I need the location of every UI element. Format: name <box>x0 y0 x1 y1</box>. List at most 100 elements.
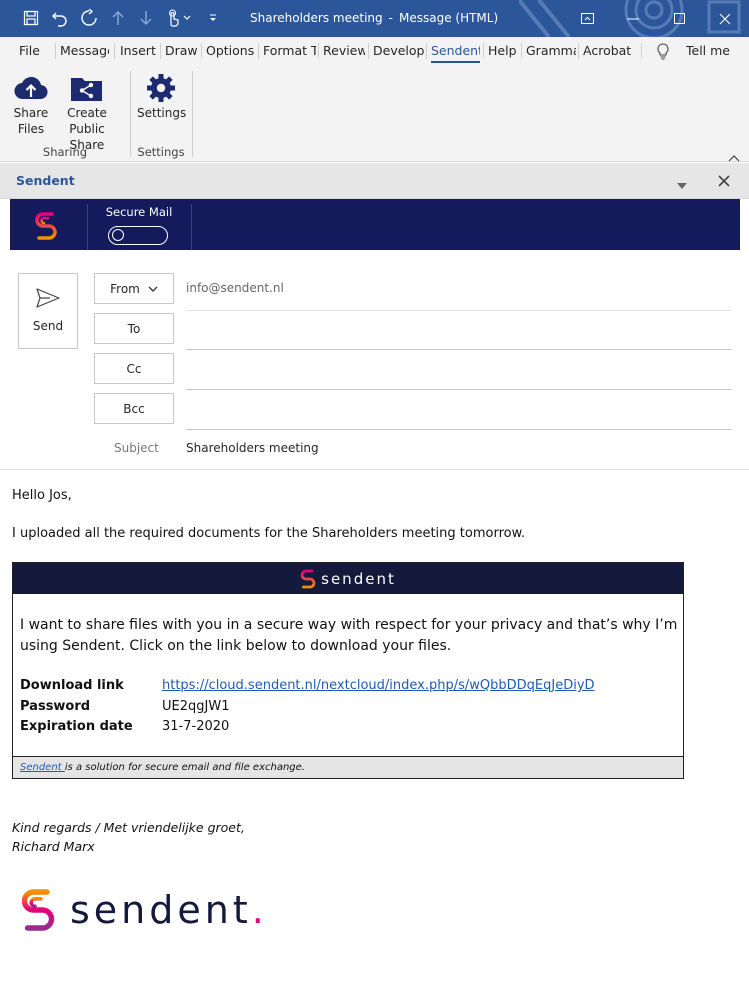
tell-me-search[interactable]: Tell me <box>686 37 736 65</box>
ribbon-display-options-icon[interactable] <box>564 0 610 37</box>
minimize-icon[interactable] <box>610 0 656 37</box>
expiration-label: Expiration date <box>20 719 133 734</box>
pane-options-icon[interactable] <box>677 178 687 189</box>
lightbulb-icon[interactable] <box>656 43 672 60</box>
tab-divider <box>201 43 202 59</box>
secure-mail-toggle[interactable] <box>108 226 168 245</box>
ribbon-group-sharing: Sharing <box>42 145 88 159</box>
sendent-logo-icon <box>300 569 316 588</box>
logo-dot: . <box>251 888 268 932</box>
ribbon-group-settings: Settings <box>137 145 185 159</box>
expiration-value: 31-7-2020 <box>162 719 230 734</box>
from-value: info@sendent.nl <box>186 281 284 295</box>
ribbon-separator <box>192 71 193 157</box>
send-button[interactable]: Send <box>18 273 78 349</box>
create-public-share-button[interactable]: Create Public Share <box>53 71 121 153</box>
tab-insert[interactable]: Insert <box>120 37 156 65</box>
sendent-pane-header: Sendent <box>0 163 749 199</box>
chevron-down-icon <box>148 286 158 292</box>
bcc-field[interactable] <box>186 429 732 430</box>
pane-close-icon[interactable] <box>718 175 730 187</box>
toolbar-divider <box>191 204 192 250</box>
window-title-text: Shareholders meeting <box>250 11 383 25</box>
share-files-button[interactable]: Share Files <box>12 71 50 137</box>
footer-text: is a solution for secure email and file … <box>64 762 305 773</box>
from-label: From <box>110 281 140 296</box>
tab-review[interactable]: Review <box>323 37 365 65</box>
collapse-ribbon-icon[interactable] <box>728 151 740 162</box>
ribbon-tabs: File Message Insert Draw Options Format … <box>0 37 749 65</box>
save-icon[interactable] <box>20 8 42 28</box>
sendent-footer-link[interactable]: Sendent <box>20 762 65 773</box>
card-header: sendent <box>13 563 683 594</box>
compose-header: Send From info@sendent.nl To Cc Bcc Subj… <box>0 258 749 470</box>
ribbon-separator <box>130 71 131 157</box>
sendent-logo-icon <box>34 210 58 242</box>
arrow-down-icon[interactable] <box>135 8 157 28</box>
tab-divider <box>521 43 522 59</box>
subject-label: Subject <box>114 441 159 455</box>
password-label: Password <box>20 699 91 714</box>
tab-draw[interactable]: Draw <box>165 37 198 65</box>
sendent-toolbar: Secure Mail <box>10 199 740 250</box>
tab-developer[interactable]: Developer <box>373 37 424 65</box>
tab-message[interactable]: Message <box>60 37 109 65</box>
from-button[interactable]: From <box>94 273 174 304</box>
cc-button[interactable]: Cc <box>94 353 174 384</box>
tab-divider <box>483 43 484 59</box>
share-files-label-2: Files <box>17 122 45 136</box>
window-title: Shareholders meeting - Message (HTML) <box>250 0 498 37</box>
send-label: Send <box>32 319 64 333</box>
card-message: I want to share files with you in a secu… <box>20 617 678 654</box>
create-public-share-label-1: Create <box>67 106 107 120</box>
tab-sendent[interactable]: Sendent <box>431 37 480 65</box>
tab-divider <box>641 43 642 59</box>
send-icon <box>19 288 77 312</box>
share-files-label-1: Share <box>13 106 49 120</box>
toggle-knob <box>112 229 124 241</box>
toolbar-divider <box>87 204 88 250</box>
sendent-share-card: sendent I want to share files with you i… <box>12 562 684 779</box>
bcc-button[interactable]: Bcc <box>94 393 174 424</box>
secure-mail-label: Secure Mail <box>105 205 173 219</box>
undo-icon[interactable] <box>49 8 71 28</box>
tab-help[interactable]: Help <box>488 37 518 65</box>
password-value: UE2qgJW1 <box>162 699 230 714</box>
arrow-up-icon[interactable] <box>107 8 129 28</box>
to-button[interactable]: To <box>94 313 174 344</box>
to-field[interactable] <box>186 349 732 350</box>
settings-label: Settings <box>137 106 187 120</box>
card-footer: Sendent is a solution for secure email a… <box>13 756 683 778</box>
greeting: Hello Jos, <box>12 488 72 503</box>
title-bar: Shareholders meeting - Message (HTML) <box>0 0 749 37</box>
maximize-icon[interactable] <box>656 0 702 37</box>
close-icon[interactable] <box>702 0 748 37</box>
tab-divider <box>318 43 319 59</box>
window-title-suffix: Message (HTML) <box>398 11 499 25</box>
gear-icon <box>137 71 185 105</box>
sendent-logo-icon <box>21 889 55 931</box>
tab-divider <box>578 43 579 59</box>
chevron-down-icon[interactable] <box>180 8 194 28</box>
signature-logo: sendent. <box>20 884 268 936</box>
logo-word-text: sendent <box>70 888 252 932</box>
customize-toolbar-icon[interactable] <box>202 8 224 28</box>
download-link[interactable]: https://cloud.sendent.nl/nextcloud/index… <box>162 678 595 693</box>
closing-text: Kind regards / Met vriendelijke groet, <box>12 820 245 835</box>
tab-file[interactable]: File <box>19 37 41 65</box>
intro-text: I uploaded all the required documents fo… <box>12 526 526 541</box>
ribbon: Share Files Create Public Share Settings… <box>0 65 749 162</box>
settings-button[interactable]: Settings <box>137 71 187 121</box>
tab-options[interactable]: Options <box>206 37 256 65</box>
download-link-label: Download link <box>20 678 124 693</box>
from-underline <box>186 310 732 311</box>
tab-divider <box>160 43 161 59</box>
window-title-sep: - <box>388 11 393 25</box>
tab-grammarly[interactable]: Grammarly <box>526 37 576 65</box>
tab-acrobat[interactable]: Acrobat <box>583 37 633 65</box>
tab-format-text[interactable]: Format Text <box>263 37 316 65</box>
redo-icon[interactable] <box>78 8 100 28</box>
subject-field[interactable]: Shareholders meeting <box>186 441 319 455</box>
cc-field[interactable] <box>186 389 732 390</box>
tab-divider <box>368 43 369 59</box>
